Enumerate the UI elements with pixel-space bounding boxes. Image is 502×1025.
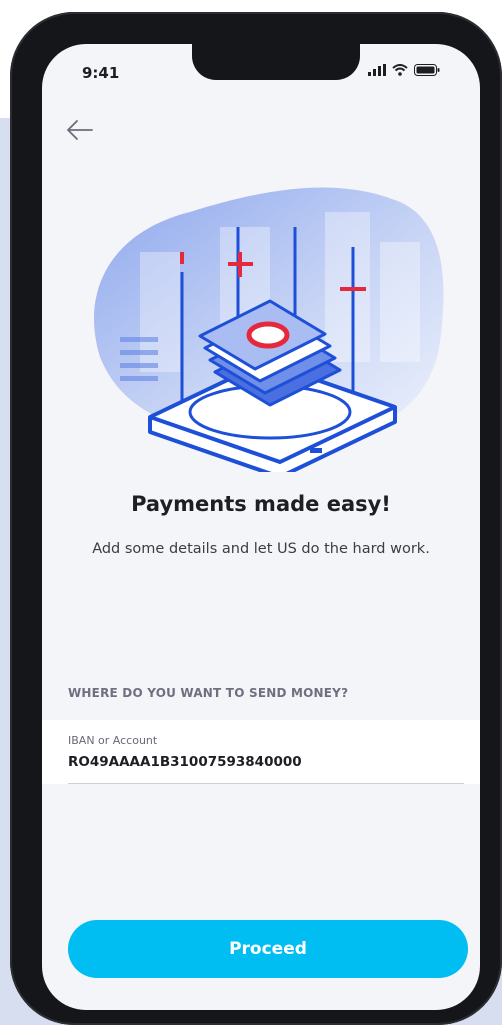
wifi-icon (392, 64, 408, 76)
status-icons (368, 64, 440, 76)
phone-notch (192, 44, 360, 80)
proceed-button[interactable]: Proceed (68, 920, 468, 978)
page-subtitle: Add some details and let US do the hard … (92, 541, 430, 557)
phone-frame: 9:41 Payments made easy! Add some detail… (10, 12, 502, 1025)
iban-field[interactable]: IBAN or Account RO49AAAA1B31007593840000 (42, 720, 480, 784)
section-label: WHERE DO YOU WANT TO SEND MONEY? (68, 686, 349, 700)
back-arrow-icon[interactable] (64, 114, 96, 146)
iban-field-label: IBAN or Account (68, 734, 158, 747)
page-title: Payments made easy! (131, 492, 391, 516)
payment-illustration (94, 187, 444, 472)
signal-icon (368, 64, 386, 76)
status-time: 9:41 (82, 64, 120, 82)
app-screen: 9:41 Payments made easy! Add some detail… (42, 44, 480, 1010)
battery-icon (414, 64, 440, 76)
iban-field-value[interactable]: RO49AAAA1B31007593840000 (68, 754, 302, 770)
field-underline (68, 783, 464, 784)
